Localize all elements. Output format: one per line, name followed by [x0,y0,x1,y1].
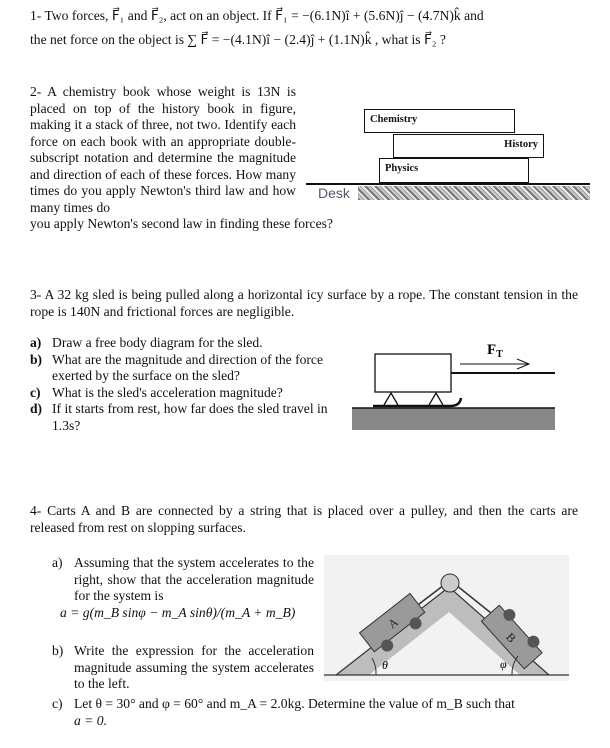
item-a-body: a) Assuming that the system accelerates t… [52,555,314,605]
problem-3-item-c: c) What is the sled's acceleration magnit… [30,385,342,402]
problem-4-item-a: a) Assuming that the system accelerates t… [52,555,314,621]
phi-label: φ [500,657,507,671]
book-chemistry: Chemistry [364,109,515,133]
problem-4-item-b: b) Write the expression for the accelerat… [52,643,314,693]
problem-1-line-1: 1- Two forces, F⃗₁ and F⃗₂, act on an ob… [30,8,484,23]
book-history: History [393,134,544,158]
item-text: Write the expression for the acceleratio… [74,643,314,691]
acceleration-equation: a = g(m_B sinφ − m_A sinθ)/(m_A + m_B) [60,604,296,620]
sled-diagram: FT [352,342,555,430]
desk-texture [358,186,590,200]
item-label: a) [52,555,63,570]
book-physics: Physics [379,158,529,183]
problem-3-text: 3- A 32 kg sled is being pulled along a … [30,287,578,319]
sled-box [374,353,452,393]
item-text: Assuming that the system accelerates to … [74,555,314,603]
pulley [440,573,460,593]
problem-1: 1- Two forces, F⃗₁ and F⃗₂, act on an ob… [30,6,590,50]
carts-pulley-diagram: A B θ φ [324,555,569,681]
item-b-body: b) Write the expression for the accelerat… [52,643,314,693]
item-label: c) [30,384,41,400]
item-label: b) [52,643,64,658]
item-label: d) [30,401,43,416]
item-label: c) [52,696,63,711]
tension-force-label: FT [487,342,503,360]
item-text: If it starts from rest, how far does the… [52,401,328,433]
problem-4-text: 4- Carts A and B are connected by a stri… [30,503,578,535]
item-text: What is the sled's acceleration magnitud… [52,384,283,400]
desk-label: Desk [318,185,350,201]
problem-2-text: 2- A chemistry book whose weight is 13N … [30,84,296,215]
ground [352,408,555,430]
item-text-2: a = 0. [74,712,107,728]
document-page: 1- Two forces, F⃗₁ and F⃗₂, act on an ob… [0,0,610,748]
problem-3-item-d: d) If it starts from rest, how far does t… [30,401,342,434]
problem-3-item-a: a) Draw a free body diagram for the sled. [30,335,342,352]
problem-2-last-line: you apply Newton's second law in finding… [30,216,333,231]
item-label: b) [30,351,43,367]
item-text: What are the magnitude and direction of … [52,351,323,384]
item-label: a) [30,335,42,350]
item-c-body: c) Let θ = 30° and φ = 60° and m_A = 2.0k… [52,696,562,729]
item-text: Let θ = 30° and φ = 60° and m_A = 2.0kg.… [74,696,515,711]
theta-label: θ [382,658,388,672]
problem-3-item-b: b) What are the magnitude and direction o… [30,352,342,385]
problem-4-item-c: c) Let θ = 30° and φ = 60° and m_A = 2.0k… [52,696,562,729]
sled-runner-supports [383,391,444,406]
problem-1-line-2: the net force on the object is ∑ F⃗ = −(… [30,32,446,47]
item-text: Draw a free body diagram for the sled. [52,335,263,350]
problem-3-items: a) Draw a free body diagram for the sled.… [30,335,342,434]
